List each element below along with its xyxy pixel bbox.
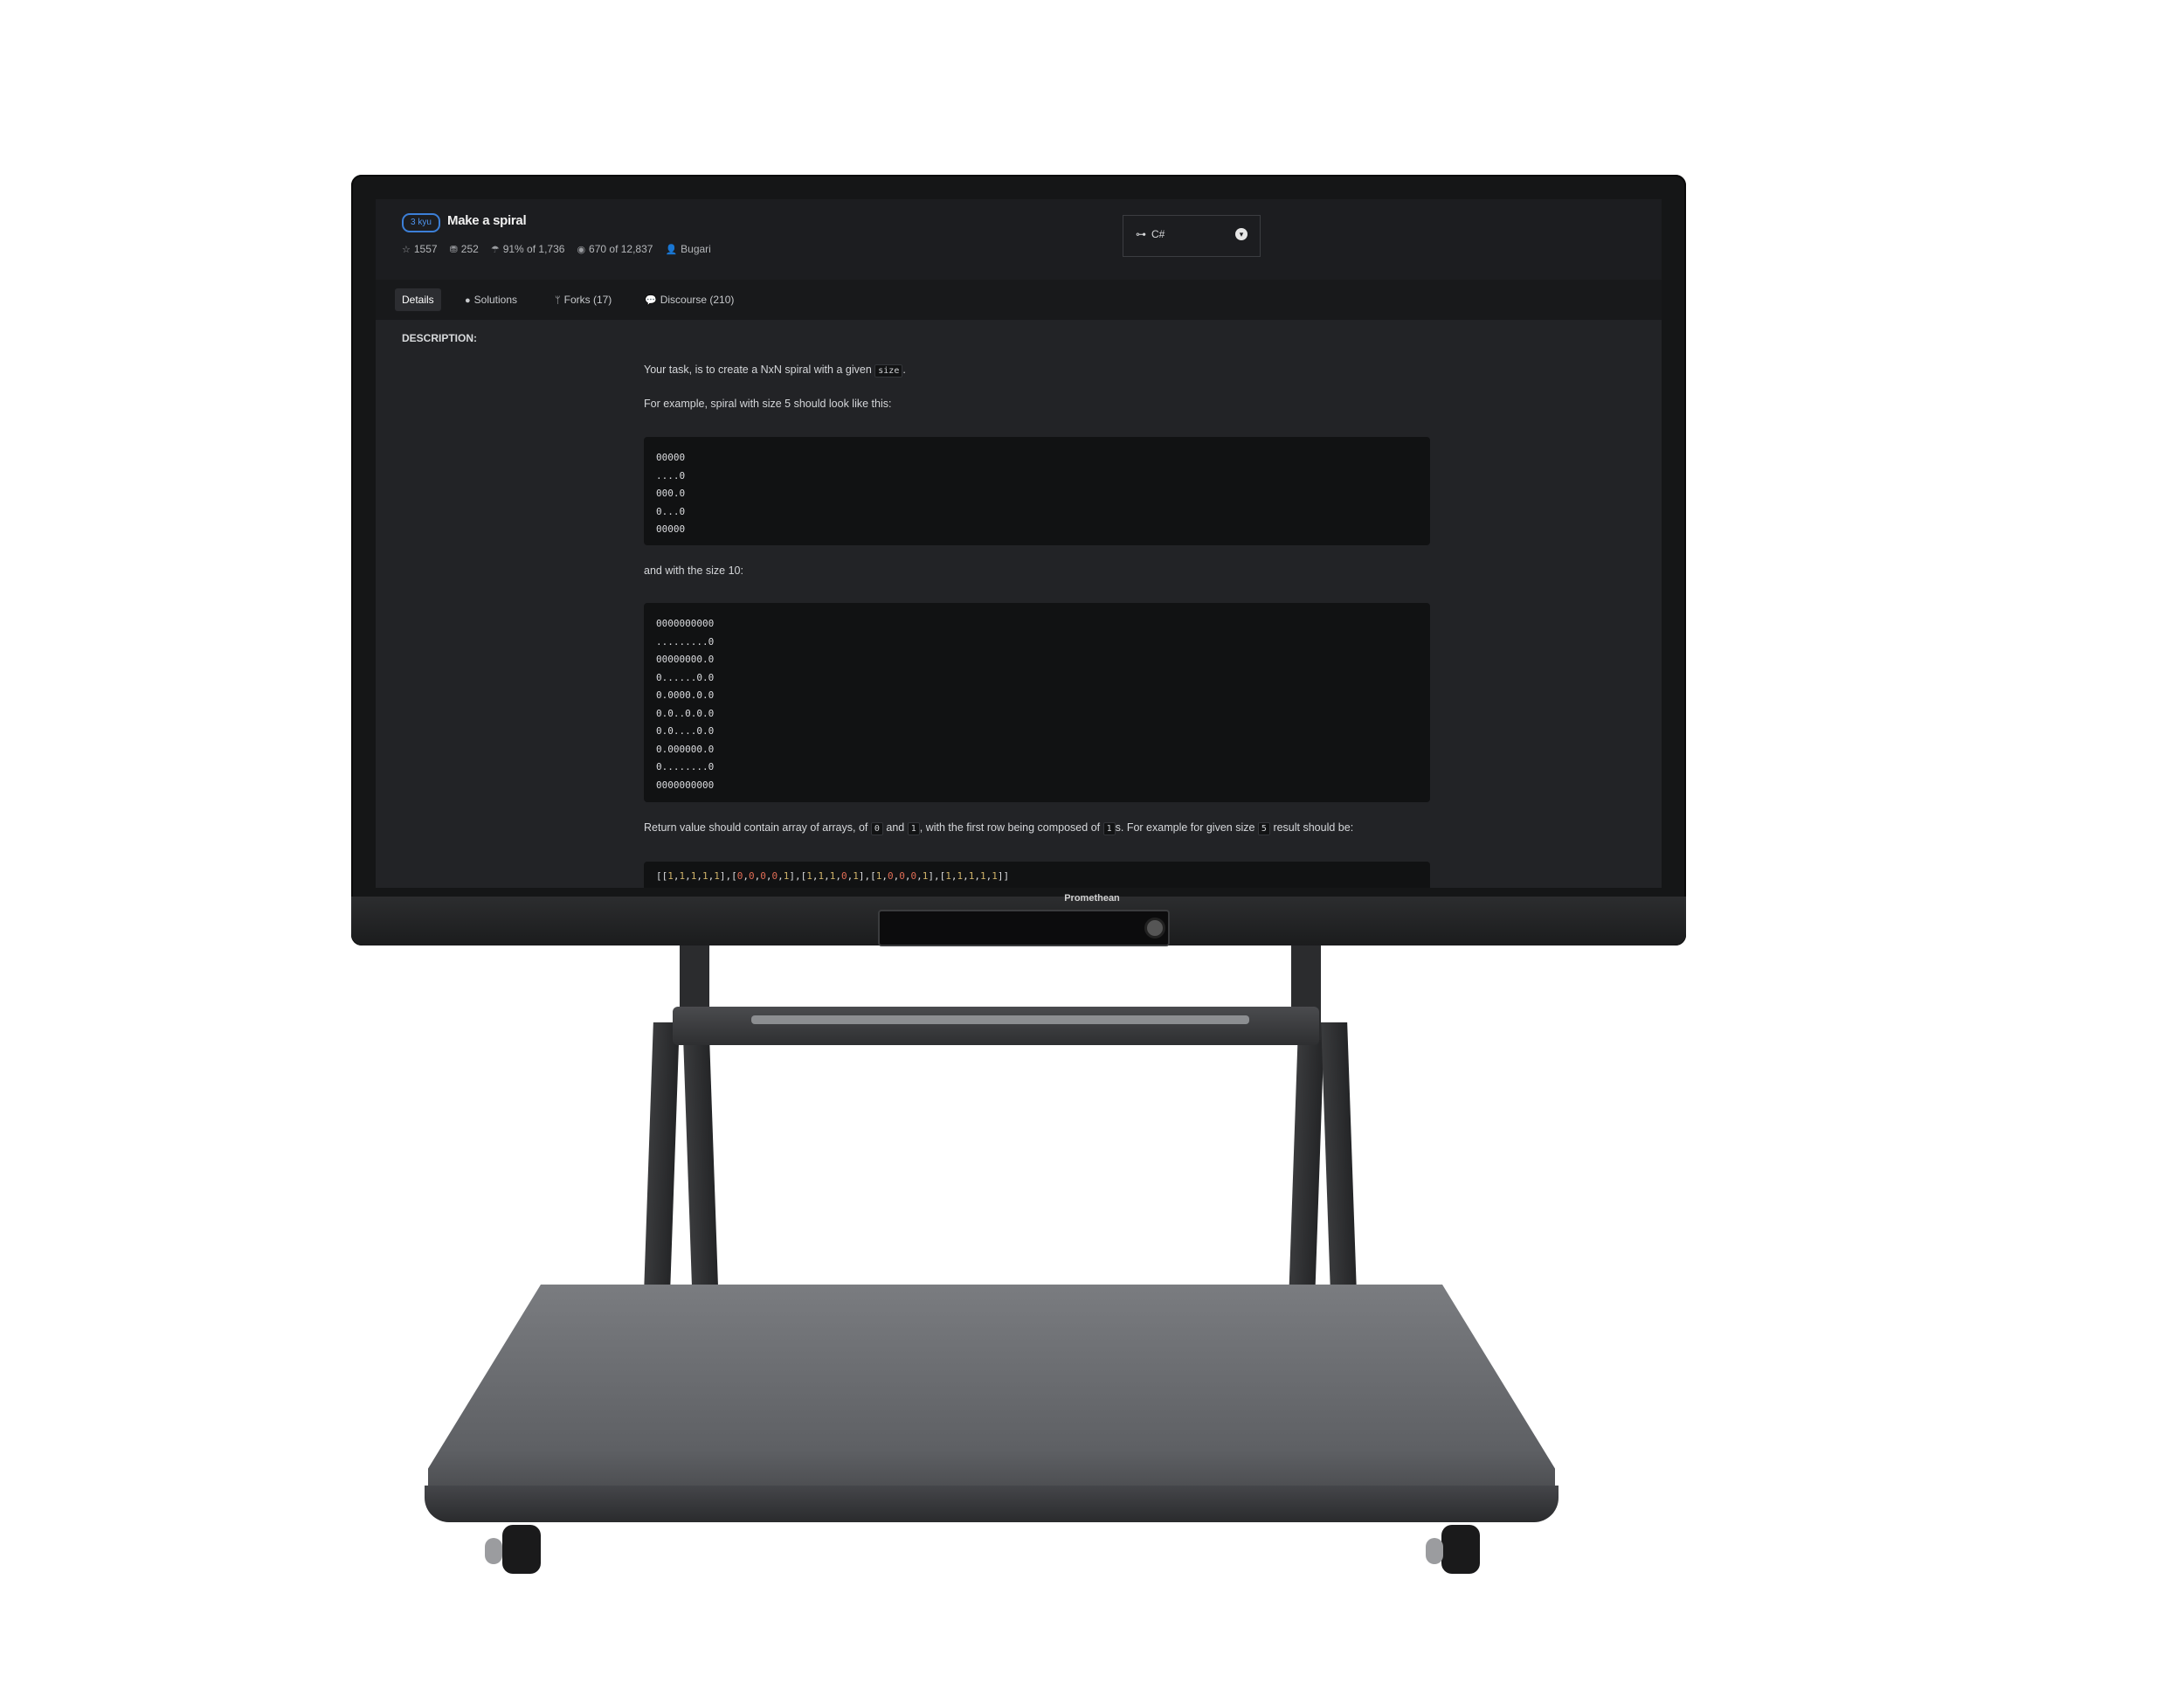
code-block-size10: 0000000000 .........0 00000000.0 0......…: [644, 603, 1430, 802]
stars-count: 1557: [413, 243, 438, 255]
user-icon: 👤: [665, 244, 678, 255]
intro-paragraph: Your task, is to create a NxN spiral wit…: [644, 364, 906, 377]
completed-stat: ◉ 670 of 12,837: [577, 243, 653, 255]
comments-icon: 💬: [645, 295, 657, 306]
result-array-code: [[1,1,1,1,1],[0,0,0,0,1],[1,1,1,0,1],[1,…: [656, 870, 1010, 882]
stars-stat[interactable]: ☆ 1557: [402, 243, 438, 255]
text: .: [902, 364, 906, 376]
satisfaction-stat: ☂ 91% of 1,736: [491, 243, 565, 255]
inline-code: 1: [907, 822, 920, 835]
tab-label: Details: [402, 294, 434, 306]
text: s. For example for given size: [1115, 821, 1255, 834]
text: , with the first row being composed of: [919, 821, 1101, 834]
inline-code: 1: [1102, 822, 1116, 835]
kata-stats: ☆ 1557 ⛃ 252 ☂ 91% of 1,736 ◉ 670 of 12,…: [402, 243, 711, 255]
camera-bar: [878, 910, 1170, 946]
description-heading: DESCRIPTION:: [402, 332, 478, 344]
tab-label: Forks (17): [563, 294, 612, 306]
brand-logo: Promethean: [1064, 893, 1120, 904]
text: Return value should contain array of arr…: [644, 821, 868, 834]
code-block-result: [[1,1,1,1,1],[0,0,0,0,1],[1,1,1,0,1],[1,…: [644, 862, 1430, 888]
code-block-size5: 00000 ....0 000.0 0...0 00000: [644, 437, 1430, 545]
language-icon: ⊶: [1136, 228, 1146, 240]
kata-title: Make a spiral: [447, 213, 527, 228]
size10-paragraph: and with the size 10:: [644, 565, 743, 577]
kata-header: 3 kyu Make a spiral ☆ 1557 ⛃ 252 ☂ 91% o…: [376, 199, 1662, 280]
language-select[interactable]: ⊶ C# ▾: [1123, 215, 1261, 257]
solutions-icon: ●: [465, 295, 471, 306]
stand-shelf-lip: [751, 1015, 1249, 1024]
inline-code: 5: [1257, 822, 1270, 835]
tab-forks[interactable]: ᛘ Forks (17): [548, 288, 619, 311]
language-label: C#: [1151, 228, 1165, 240]
completed-value: 670 of 12,837: [589, 243, 653, 255]
text: and: [886, 821, 905, 834]
example-paragraph: For example, spiral with size 5 should l…: [644, 398, 892, 410]
completed-icon: ◉: [577, 244, 586, 255]
caster-hub: [485, 1538, 502, 1564]
return-paragraph: Return value should contain array of arr…: [644, 821, 1354, 835]
spiral-10-code: 0000000000 .........0 00000000.0 0......…: [656, 618, 715, 791]
author-name: Bugari: [681, 243, 711, 255]
inline-code: 0: [870, 822, 883, 835]
collection-icon: ⛃: [449, 244, 458, 255]
tab-discourse[interactable]: 💬 Discourse (210): [638, 288, 741, 311]
fork-icon: ᛘ: [555, 295, 561, 306]
spiral-5-code: 00000 ....0 000.0 0...0 00000: [656, 452, 686, 535]
collections-stat[interactable]: ⛃ 252: [450, 243, 479, 255]
chevron-down-icon: ▾: [1235, 228, 1248, 240]
rank-badge: 3 kyu: [402, 213, 440, 232]
stand-shelf: [673, 1007, 1319, 1045]
star-icon: ☆: [402, 244, 411, 255]
satisfaction-icon: ☂: [490, 244, 500, 255]
inline-code: size: [874, 364, 903, 377]
stand-base-edge: [425, 1486, 1559, 1522]
collections-count: 252: [460, 243, 479, 255]
caster-wheel: [1441, 1525, 1480, 1574]
camera-lens: [1144, 918, 1165, 939]
text: Your task, is to create a NxN spiral wit…: [644, 364, 872, 376]
tab-label: Solutions: [473, 294, 518, 306]
tab-label: Discourse (210): [660, 294, 735, 306]
author-stat[interactable]: 👤 Bugari: [665, 243, 710, 255]
satisfaction-value: 91% of 1,736: [502, 243, 565, 255]
tab-details[interactable]: Details: [395, 288, 441, 311]
caster-hub: [1426, 1538, 1443, 1564]
kata-tabs: Details ● Solutions ᛘ Forks (17) 💬 Discours…: [376, 280, 1662, 320]
screen: 3 kyu Make a spiral ☆ 1557 ⛃ 252 ☂ 91% o…: [376, 199, 1662, 888]
text: result should be:: [1273, 821, 1354, 834]
caster-wheel: [502, 1525, 541, 1574]
tab-solutions[interactable]: ● Solutions: [458, 288, 524, 311]
